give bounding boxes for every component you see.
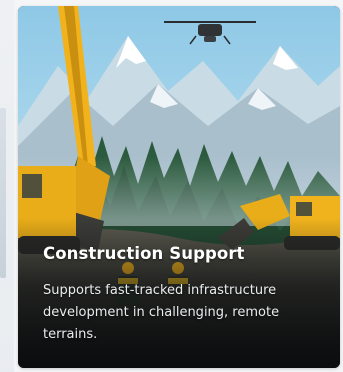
card-description: Supports fast-tracked infrastructure dev… [43,283,280,342]
adjacent-card-edge [0,0,14,372]
adjacent-card-bar [0,108,6,278]
feature-card-construction-support[interactable]: Construction Support Supports fast-track… [18,6,340,368]
card-title: Construction Support [43,244,245,263]
